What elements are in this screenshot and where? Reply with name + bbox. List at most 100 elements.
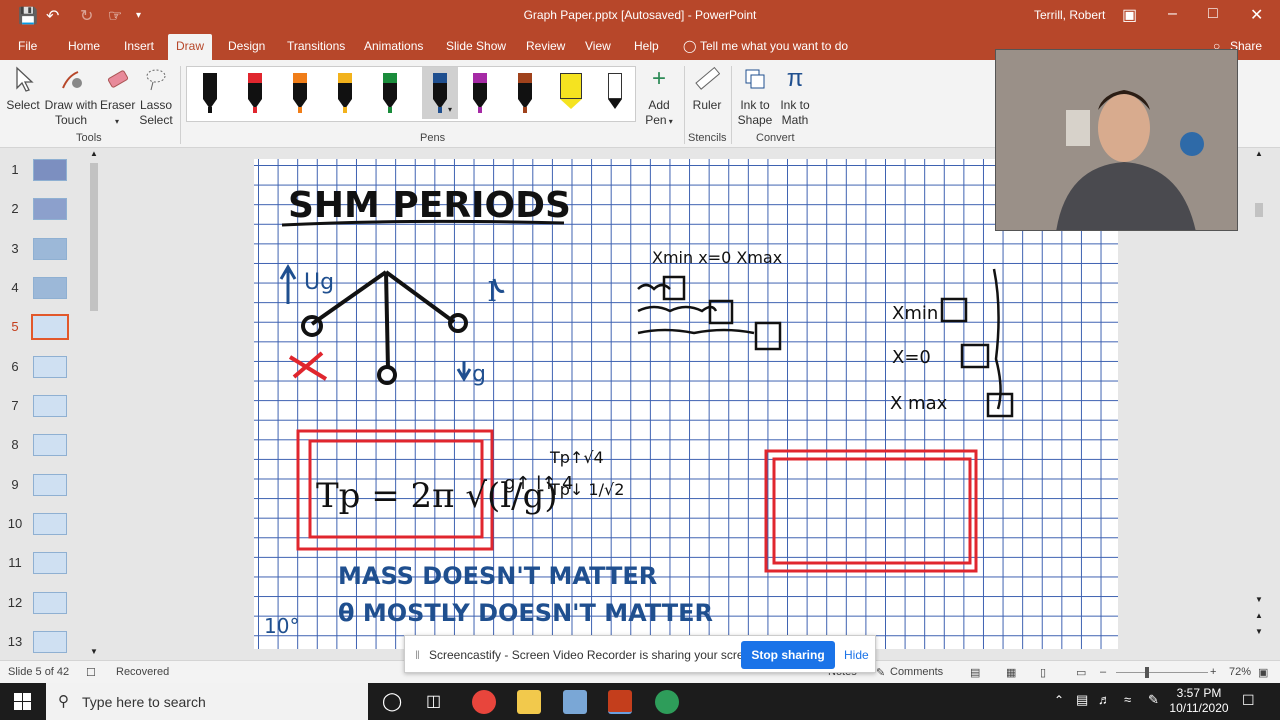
scroll-down-icon[interactable]: ▼ xyxy=(1255,595,1263,604)
user-name[interactable]: Terrill, Robert xyxy=(1034,8,1105,22)
slideshow-icon[interactable]: ▭ xyxy=(1076,666,1086,679)
tell-me-input[interactable]: Tell me what you want to do xyxy=(700,39,848,53)
tab-review[interactable]: Review xyxy=(526,39,565,53)
slide-thumbnail[interactable] xyxy=(33,395,67,417)
thumbnail-row[interactable]: 9 xyxy=(0,471,90,499)
highlighter-yellow[interactable] xyxy=(559,73,583,115)
slide-thumbnail[interactable] xyxy=(33,434,67,456)
scroll-up-icon[interactable]: ▲ xyxy=(1255,149,1263,158)
thumbnail-row[interactable]: 10 xyxy=(0,510,90,538)
pen-green[interactable] xyxy=(381,73,399,115)
pen-options-icon[interactable]: ▾ xyxy=(448,105,452,114)
thumbnail-row[interactable]: 7 xyxy=(0,392,90,420)
eraser-dropdown-icon[interactable]: ▾ xyxy=(115,117,119,126)
slide-thumbnail[interactable] xyxy=(33,552,67,574)
thumbnail-row-active[interactable]: 5 xyxy=(0,313,90,341)
ink-to-shape-button[interactable]: Ink to Shape xyxy=(736,66,774,128)
slide-thumbnail[interactable] xyxy=(33,159,67,181)
file-explorer-icon[interactable] xyxy=(517,690,541,714)
tab-design[interactable]: Design xyxy=(228,39,265,53)
thumbnail-row[interactable]: 8 xyxy=(0,431,90,459)
lasso-select-button[interactable]: Lasso Select xyxy=(138,66,174,128)
zoom-out-icon[interactable]: – xyxy=(1100,666,1106,678)
normal-view-icon[interactable]: ▤ xyxy=(970,666,980,679)
tab-home[interactable]: Home xyxy=(68,39,100,53)
pen-red[interactable] xyxy=(246,73,264,115)
show-hidden-icons[interactable]: ⌃ xyxy=(1054,693,1064,707)
snipping-tool-icon[interactable] xyxy=(563,690,587,714)
close-button[interactable]: ✕ xyxy=(1250,5,1263,25)
thumbnail-row[interactable]: 4 xyxy=(0,274,90,302)
zoom-slider[interactable] xyxy=(1116,672,1208,673)
slide-thumbnail[interactable] xyxy=(33,592,67,614)
tab-draw[interactable]: Draw xyxy=(168,34,213,60)
accessibility-icon[interactable]: ☐ xyxy=(86,666,96,679)
maximize-button[interactable]: □ xyxy=(1208,5,1218,23)
tab-file[interactable]: File xyxy=(18,39,37,53)
scroll-up-icon[interactable]: ▲ xyxy=(90,149,98,158)
hide-link[interactable]: Hide xyxy=(844,648,869,662)
wifi-icon[interactable]: ≈ xyxy=(1124,692,1131,707)
cortana-icon[interactable]: ◯ xyxy=(382,691,402,712)
pen-orange[interactable] xyxy=(291,73,309,115)
tab-animations[interactable]: Animations xyxy=(364,39,423,53)
prev-slide-icon[interactable]: ▲ xyxy=(1255,611,1263,620)
thumbnails-scrollbar[interactable]: ▲ ▼ xyxy=(88,149,100,660)
thumbnail-row[interactable]: 6 xyxy=(0,353,90,381)
slide-thumbnail[interactable] xyxy=(33,277,67,299)
ink-to-math-button[interactable]: π Ink to Math xyxy=(776,66,814,128)
scroll-down-icon[interactable]: ▼ xyxy=(90,647,98,656)
thumbnail-row[interactable]: 2 xyxy=(0,195,90,223)
reading-view-icon[interactable]: ▯ xyxy=(1040,666,1046,679)
network-icon[interactable]: ▤ xyxy=(1076,692,1088,708)
notifications-icon[interactable]: ☐ xyxy=(1242,692,1255,709)
thumbnail-row[interactable]: 11 xyxy=(0,549,90,577)
drag-handle-icon[interactable]: ‖ xyxy=(415,648,420,662)
task-view-icon[interactable]: ◫ xyxy=(426,691,441,711)
tab-view[interactable]: View xyxy=(585,39,611,53)
scroll-thumb[interactable] xyxy=(1255,203,1263,217)
stop-sharing-button[interactable]: Stop sharing xyxy=(741,641,835,669)
slide-thumbnail[interactable] xyxy=(33,238,67,260)
ribbon-display-icon[interactable]: ▣ xyxy=(1122,5,1137,25)
scroll-thumb[interactable] xyxy=(90,163,98,311)
next-slide-icon[interactable]: ▼ xyxy=(1255,627,1263,636)
select-button[interactable]: Select xyxy=(6,66,40,113)
thumbnail-row[interactable]: 3 xyxy=(0,235,90,263)
volume-icon[interactable]: ♬ xyxy=(1098,692,1111,707)
pen-black[interactable] xyxy=(201,73,219,115)
pen-brown[interactable] xyxy=(516,73,534,115)
slide-thumbnail[interactable] xyxy=(33,631,67,653)
slide-canvas[interactable]: SHM PERIODS Ug g l Xmin x=0 Xmax Xmin X=… xyxy=(254,159,1118,649)
zoom-level[interactable]: 72% xyxy=(1229,666,1251,678)
taskbar-search[interactable]: ⚲ Type here to search xyxy=(46,683,368,720)
system-clock[interactable]: 3:57 PM 10/11/2020 xyxy=(1167,686,1231,716)
thumbnail-row[interactable]: 12 xyxy=(0,589,90,617)
pen-blue-selected[interactable]: ▾ xyxy=(422,67,458,119)
app-icon[interactable] xyxy=(655,690,679,714)
slide-thumbnail[interactable] xyxy=(33,513,67,535)
slide-thumbnail[interactable] xyxy=(33,198,67,220)
tab-transitions[interactable]: Transitions xyxy=(287,39,345,53)
fit-slide-icon[interactable]: ▣ xyxy=(1258,666,1268,679)
pen-purple[interactable] xyxy=(471,73,489,115)
minimize-button[interactable]: – xyxy=(1168,5,1177,23)
slide-thumbnail[interactable] xyxy=(33,356,67,378)
tab-slide-show[interactable]: Slide Show xyxy=(446,39,506,53)
eraser-button[interactable]: Eraser ▾ xyxy=(100,66,135,129)
chrome-icon[interactable] xyxy=(472,690,496,714)
draw-with-touch-button[interactable]: Draw with Touch xyxy=(44,66,98,128)
pen-white[interactable] xyxy=(606,73,624,115)
zoom-slider-thumb[interactable] xyxy=(1145,667,1149,678)
thumbnail-row[interactable]: 1 xyxy=(0,156,90,184)
windows-start-icon[interactable] xyxy=(14,693,31,710)
tab-help[interactable]: Help xyxy=(634,39,659,53)
slide-thumbnail[interactable] xyxy=(33,474,67,496)
pen-workspace-icon[interactable]: ✎ xyxy=(1148,692,1159,708)
slide-sorter-icon[interactable]: ▦ xyxy=(1006,666,1016,679)
comments-button[interactable]: Comments xyxy=(890,666,943,678)
ruler-button[interactable]: Ruler xyxy=(690,66,724,113)
powerpoint-icon[interactable] xyxy=(608,690,632,714)
slide-scrollbar[interactable]: ▲ ▼ ▲ ▼ xyxy=(1253,149,1265,660)
slide-thumbnail-active[interactable] xyxy=(31,314,69,340)
